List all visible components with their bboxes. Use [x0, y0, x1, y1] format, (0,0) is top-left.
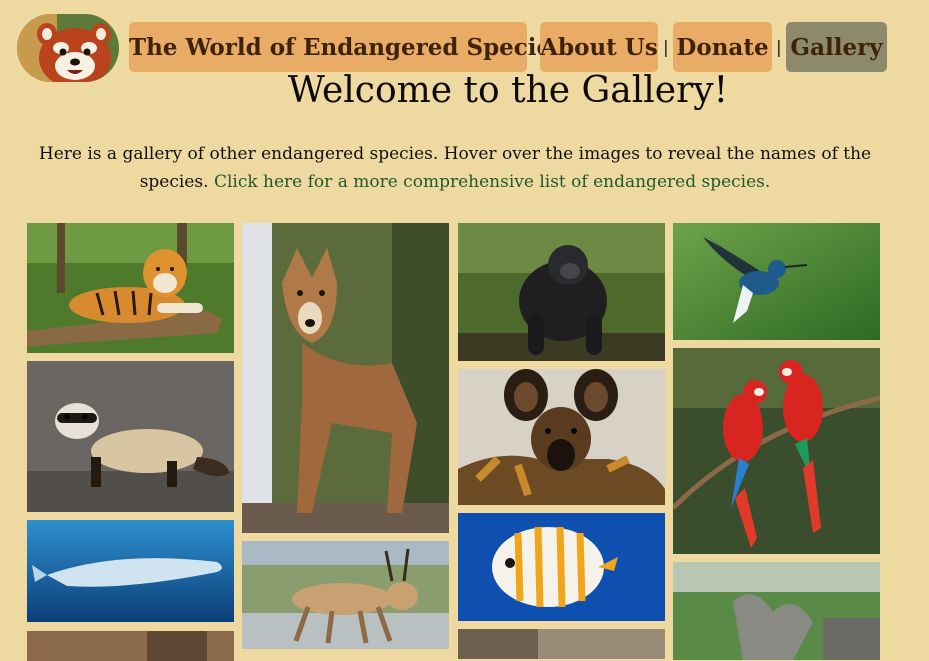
butterflyfish-photo[interactable]	[458, 513, 665, 621]
hummingbird-photo[interactable]	[673, 223, 880, 340]
black-footed-ferret-photo[interactable]	[27, 361, 234, 512]
red-wolf-photo[interactable]	[242, 223, 449, 533]
nav-separator: |	[776, 38, 782, 58]
wildlife-photo[interactable]	[673, 562, 880, 660]
saiga-antelope-photo[interactable]	[242, 541, 449, 649]
page-title: Welcome to the Gallery!	[287, 70, 729, 111]
wildlife-photo[interactable]	[458, 629, 665, 659]
nav-home-title[interactable]: The World of Endangered Species	[129, 22, 564, 72]
tiger-photo[interactable]	[27, 223, 234, 353]
nav-about-us[interactable]: About Us	[540, 22, 658, 72]
gorilla-photo[interactable]	[458, 223, 665, 361]
nav-donate[interactable]: Donate	[673, 22, 772, 72]
nav-gallery[interactable]: Gallery	[786, 22, 887, 72]
wildlife-photo[interactable]	[27, 631, 234, 661]
macaws-photo[interactable]	[673, 348, 880, 554]
nav-separator: |	[663, 38, 669, 58]
blue-whale-photo[interactable]	[27, 520, 234, 622]
african-wild-dog-photo[interactable]	[458, 369, 665, 505]
intro-paragraph: Here is a gallery of other endangered sp…	[22, 140, 888, 196]
endangered-species-list-link[interactable]: Click here for a more comprehensive list…	[214, 172, 770, 192]
